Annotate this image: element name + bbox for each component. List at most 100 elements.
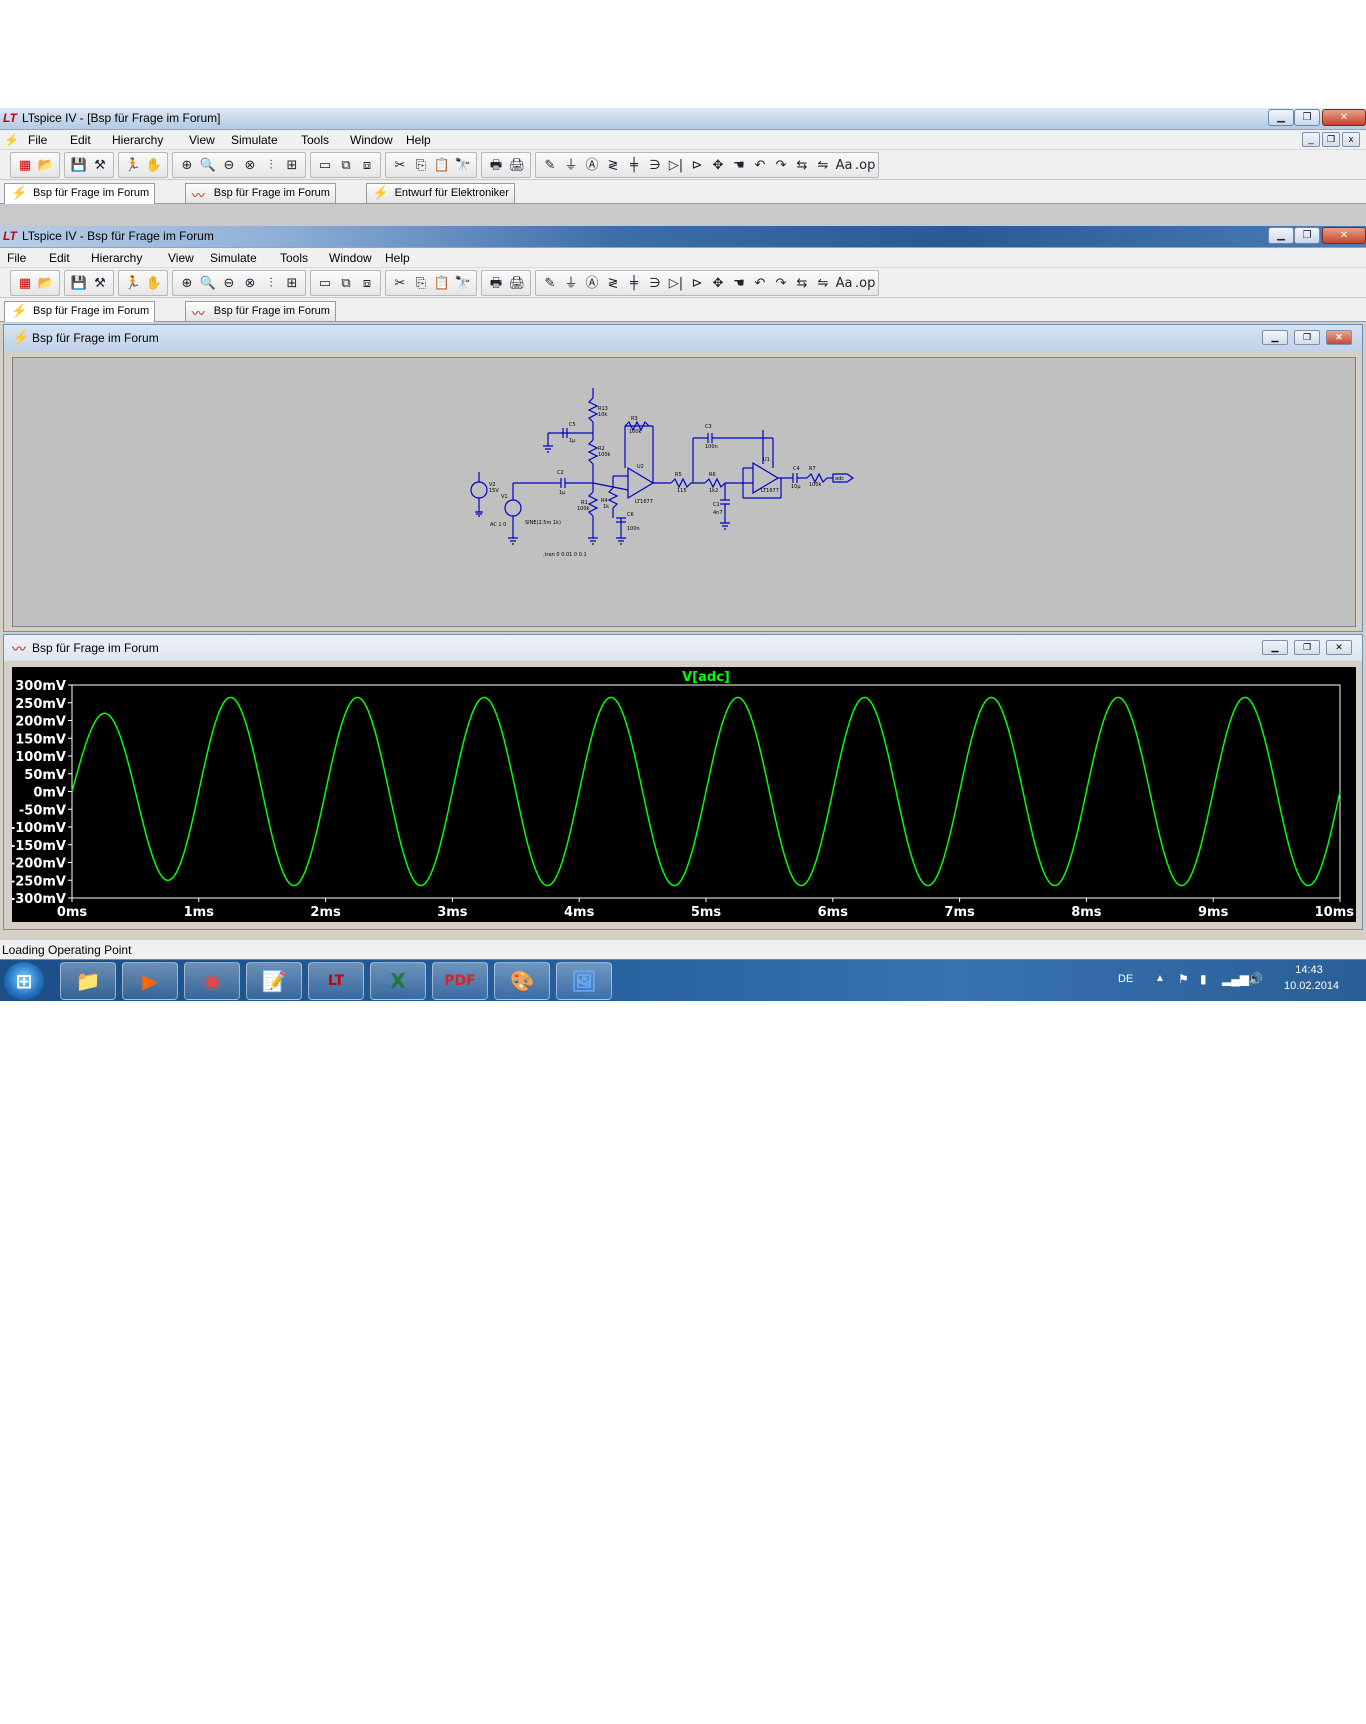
- autorange-icon[interactable]: ⫶: [261, 157, 281, 175]
- minimize-button[interactable]: ▁: [1262, 640, 1288, 655]
- notepad-icon[interactable]: 📝: [246, 962, 302, 1000]
- tab-0[interactable]: ⚡ Bsp für Frage im Forum: [4, 301, 156, 322]
- minimize-button[interactable]: ▁: [1268, 227, 1294, 244]
- mdi-minimize-button[interactable]: _: [1302, 132, 1320, 147]
- print-setup-icon[interactable]: 🖶: [486, 275, 506, 293]
- explorer-icon[interactable]: 📁: [60, 962, 116, 1000]
- inductor-icon[interactable]: ∋: [645, 157, 665, 175]
- wire-icon[interactable]: ✎: [540, 275, 560, 293]
- copy-icon[interactable]: ⎘: [411, 157, 431, 175]
- chrome-icon[interactable]: ◉: [184, 962, 240, 1000]
- ground-icon[interactable]: ⏚: [561, 275, 581, 293]
- label-net-icon[interactable]: Ⓐ: [582, 157, 602, 175]
- menu-edit[interactable]: Edit: [49, 251, 70, 265]
- open-icon[interactable]: 📂: [36, 275, 56, 293]
- text-icon[interactable]: Aa: [834, 157, 854, 175]
- tile-horizontal-icon[interactable]: ▭: [315, 157, 335, 175]
- wire-icon[interactable]: ✎: [540, 157, 560, 175]
- menu-hierarchy[interactable]: Hierarchy: [91, 251, 142, 265]
- close-button[interactable]: ✕: [1322, 109, 1366, 126]
- open-icon[interactable]: 📂: [36, 157, 56, 175]
- halt-icon[interactable]: ✋: [144, 275, 164, 293]
- run-icon[interactable]: 🏃: [123, 157, 143, 175]
- mirror-icon[interactable]: ⇋: [813, 157, 833, 175]
- waveform-title-bar[interactable]: 〰 Bsp für Frage im Forum ▁ ❐ ✕: [4, 635, 1362, 661]
- menu-help[interactable]: Help: [406, 133, 431, 147]
- zoom-in-icon[interactable]: ⊕: [177, 157, 197, 175]
- menu-window[interactable]: Window: [350, 133, 393, 147]
- power-icon[interactable]: ▮: [1200, 972, 1207, 1001]
- menu-file[interactable]: File: [7, 251, 26, 265]
- resistor-icon[interactable]: ≷: [603, 275, 623, 293]
- capacitor-icon[interactable]: ╪: [624, 157, 644, 175]
- paste-icon[interactable]: 📋: [432, 275, 452, 293]
- print-icon[interactable]: 🖨: [507, 157, 527, 175]
- find-icon[interactable]: 🔭: [453, 275, 473, 293]
- close-button[interactable]: ✕: [1326, 330, 1352, 345]
- tile-horizontal-icon[interactable]: ▭: [315, 275, 335, 293]
- restore-button[interactable]: ❐: [1294, 227, 1320, 244]
- zoom-out-icon[interactable]: ⊖: [219, 275, 239, 293]
- resistor-icon[interactable]: ≷: [603, 157, 623, 175]
- menu-window[interactable]: Window: [329, 251, 372, 265]
- control-panel-icon[interactable]: ⚒: [90, 275, 110, 293]
- minimize-button[interactable]: ▁: [1268, 109, 1294, 126]
- clock[interactable]: 14:43 10.02.2014: [1284, 964, 1339, 1001]
- language-indicator[interactable]: DE: [1118, 973, 1133, 1001]
- print-icon[interactable]: 🖨: [507, 275, 527, 293]
- cut-icon[interactable]: ✂: [390, 275, 410, 293]
- grid-icon[interactable]: ⊞: [282, 275, 302, 293]
- zoom-in-icon[interactable]: ⊕: [177, 275, 197, 293]
- outer-title-bar[interactable]: LT LTspice IV - [Bsp für Frage im Forum]…: [0, 108, 1366, 130]
- menu-file[interactable]: File: [28, 133, 47, 147]
- menu-simulate[interactable]: Simulate: [210, 251, 257, 265]
- close-button[interactable]: ✕: [1326, 640, 1352, 655]
- restore-button[interactable]: ❐: [1294, 109, 1320, 126]
- diode-icon[interactable]: ▷|: [666, 275, 686, 293]
- inner-title-bar[interactable]: LT LTspice IV - Bsp für Frage im Forum ▁…: [0, 226, 1366, 248]
- inductor-icon[interactable]: ∋: [645, 275, 665, 293]
- spice-directive-icon[interactable]: .op: [855, 157, 875, 175]
- autorange-icon[interactable]: ⫶: [261, 275, 281, 293]
- copy-icon[interactable]: ⎘: [411, 275, 431, 293]
- diode-icon[interactable]: ▷|: [666, 157, 686, 175]
- zoom-fit-icon[interactable]: ⊗: [240, 275, 260, 293]
- cascade-icon[interactable]: ⧉: [336, 157, 356, 175]
- redo-icon[interactable]: ↷: [771, 275, 791, 293]
- control-panel-icon[interactable]: ⚒: [90, 157, 110, 175]
- menu-hierarchy[interactable]: Hierarchy: [112, 133, 163, 147]
- menu-view[interactable]: View: [168, 251, 194, 265]
- mirror-icon[interactable]: ⇋: [813, 275, 833, 293]
- tab-0[interactable]: ⚡ Bsp für Frage im Forum: [4, 183, 156, 204]
- menu-view[interactable]: View: [189, 133, 215, 147]
- tile-vertical-icon[interactable]: ⧈: [357, 275, 377, 293]
- drag-icon[interactable]: ☚: [729, 157, 749, 175]
- ltspice-icon[interactable]: LT: [308, 962, 364, 1000]
- excel-icon[interactable]: X: [370, 962, 426, 1000]
- zoom-area-icon[interactable]: 🔍: [198, 275, 218, 293]
- menu-tools[interactable]: Tools: [280, 251, 308, 265]
- save-icon[interactable]: 💾: [69, 157, 89, 175]
- rotate-icon[interactable]: ⇆: [792, 275, 812, 293]
- paint-icon[interactable]: 🎨: [494, 962, 550, 1000]
- cut-icon[interactable]: ✂: [390, 157, 410, 175]
- ground-icon[interactable]: ⏚: [561, 157, 581, 175]
- action-center-icon[interactable]: ⚑: [1178, 972, 1189, 1001]
- close-button[interactable]: ✕: [1322, 227, 1366, 244]
- child-window-icon[interactable]: ⚡: [4, 133, 19, 147]
- show-hidden-icons-icon[interactable]: ▲: [1155, 973, 1165, 1001]
- drag-icon[interactable]: ☚: [729, 275, 749, 293]
- menu-tools[interactable]: Tools: [301, 133, 329, 147]
- grid-icon[interactable]: ⊞: [282, 157, 302, 175]
- zoom-out-icon[interactable]: ⊖: [219, 157, 239, 175]
- component-icon[interactable]: ⊳: [687, 157, 707, 175]
- menu-simulate[interactable]: Simulate: [231, 133, 278, 147]
- new-schematic-icon[interactable]: ▦: [15, 275, 35, 293]
- menu-help[interactable]: Help: [385, 251, 410, 265]
- move-icon[interactable]: ✥: [708, 275, 728, 293]
- paste-icon[interactable]: 📋: [432, 157, 452, 175]
- print-setup-icon[interactable]: 🖶: [486, 157, 506, 175]
- network-icon[interactable]: ▂▄▆: [1222, 972, 1249, 1001]
- tab-1[interactable]: 〰 Bsp für Frage im Forum: [184, 183, 336, 203]
- new-schematic-icon[interactable]: ▦: [15, 157, 35, 175]
